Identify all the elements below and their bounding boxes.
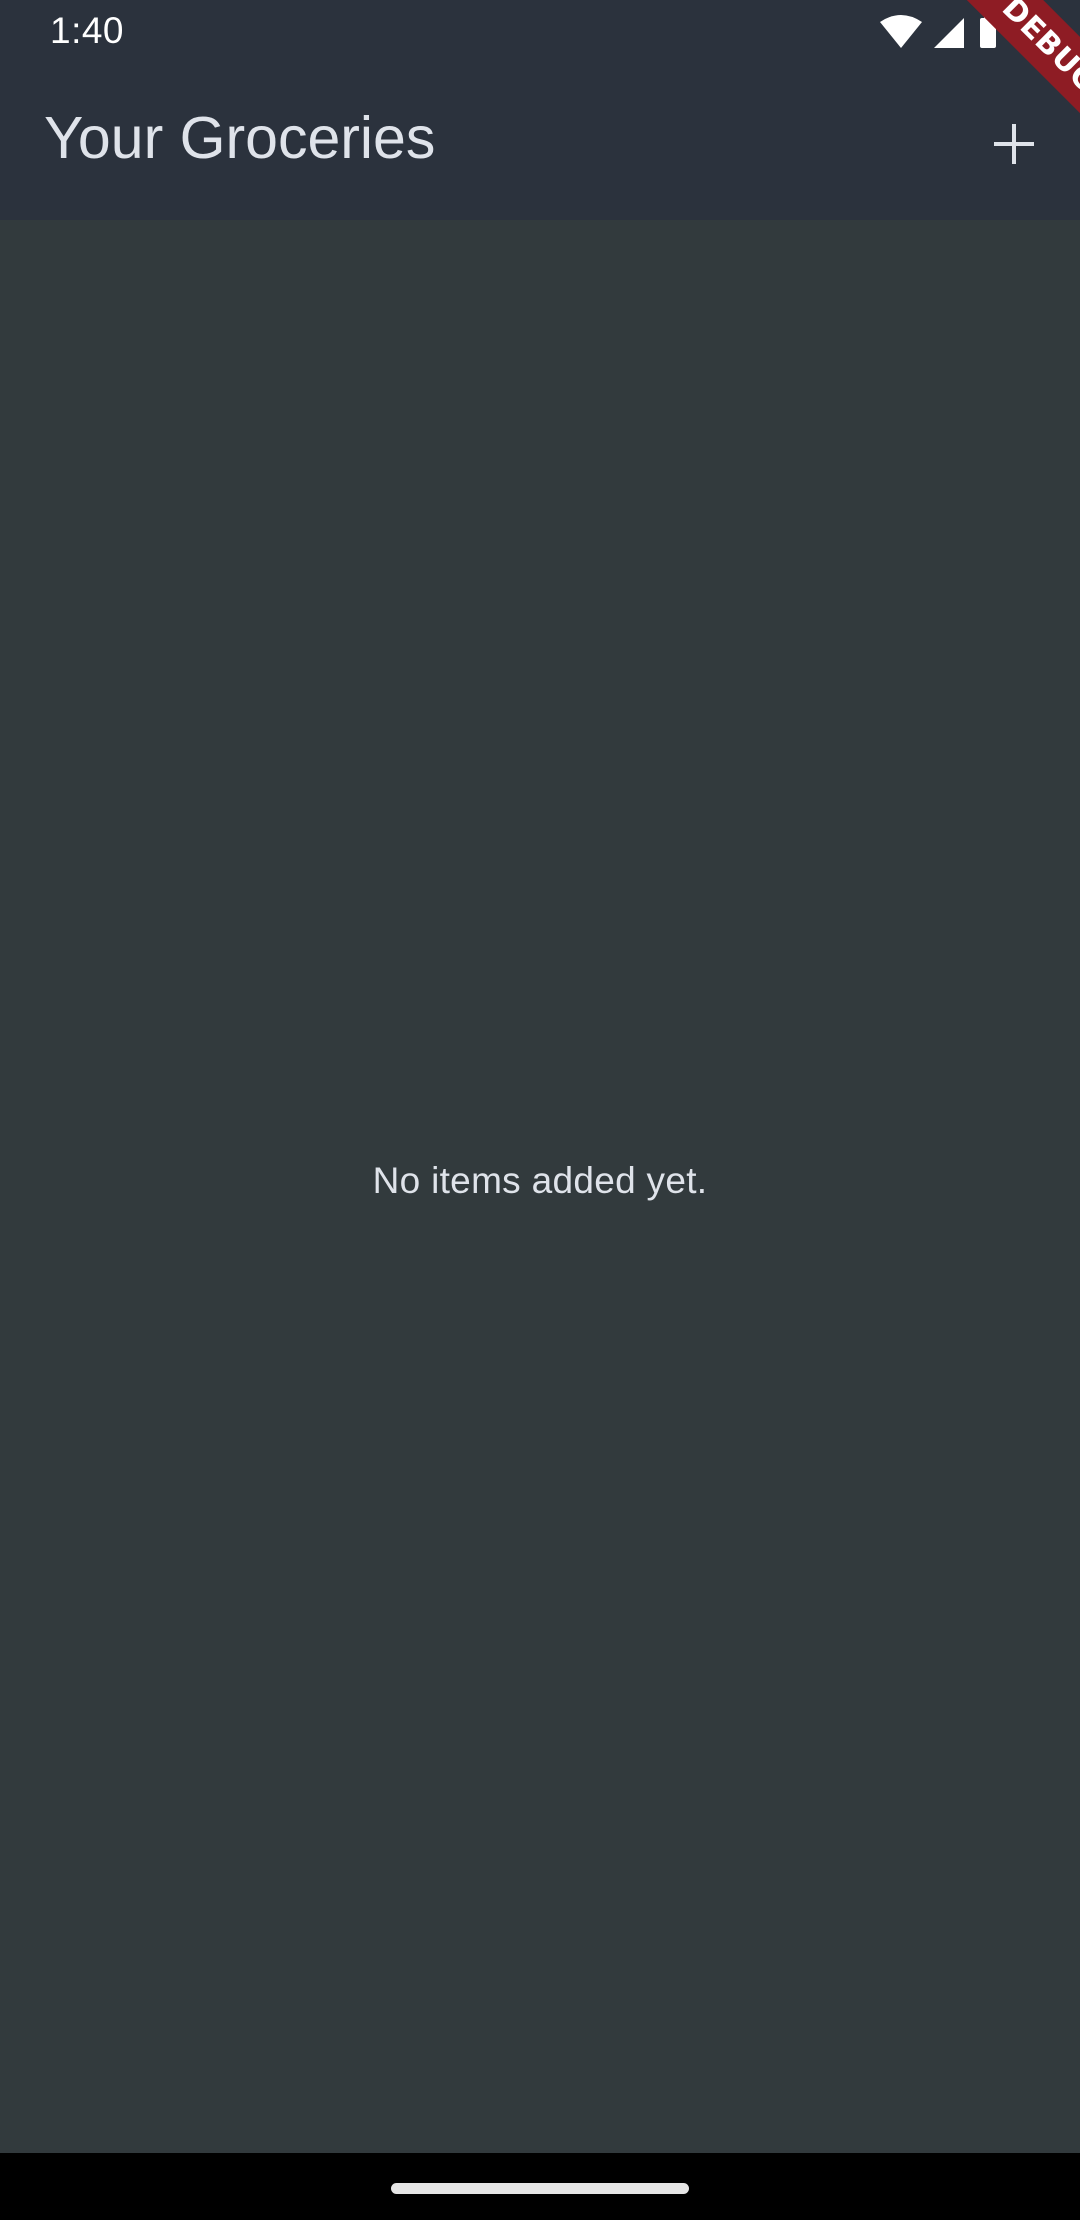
wifi-icon (880, 15, 922, 48)
status-time: 1:40 (50, 10, 125, 51)
app-bar: Your Groceries (0, 68, 1080, 220)
status-icons (880, 14, 1070, 54)
home-gesture-handle[interactable] (391, 2183, 689, 2194)
system-navigation-bar (0, 2153, 1080, 2220)
signal-icon (934, 18, 964, 48)
grocery-list-area: No items added yet. (0, 220, 1080, 2153)
status-bar: 1:40 (0, 0, 1080, 68)
battery-icon (980, 14, 996, 48)
empty-state-message: No items added yet. (372, 1160, 708, 1201)
add-item-button[interactable] (978, 108, 1050, 180)
page-title: Your Groceries (44, 105, 436, 171)
add-icon (994, 124, 1034, 164)
